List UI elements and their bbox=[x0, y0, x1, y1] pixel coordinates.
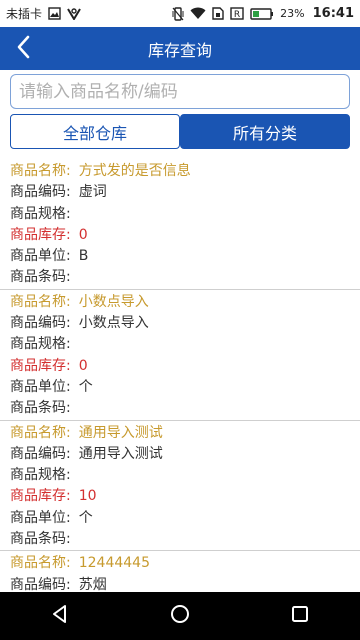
item-name-row: 商品名称: 小数点导入 bbox=[10, 292, 350, 313]
barcode-label: 商品条码: bbox=[10, 531, 71, 548]
name-label: 商品名称: bbox=[10, 555, 71, 572]
item-barcode-row: 商品条码: bbox=[10, 267, 350, 288]
item-barcode-row: 商品条码: bbox=[10, 529, 350, 550]
item-code-row: 商品编码: 虚词 bbox=[10, 182, 350, 203]
triangle-back-icon bbox=[50, 604, 70, 628]
item-spec-row: 商品规格: bbox=[10, 204, 350, 225]
category-filter-button[interactable]: 所有分类 bbox=[180, 114, 350, 149]
code-label: 商品编码: bbox=[10, 315, 71, 332]
spec-label: 商品规格: bbox=[10, 205, 71, 222]
unit-label: 商品单位: bbox=[10, 248, 71, 265]
unit-label: 商品单位: bbox=[10, 378, 71, 395]
item-name: 12444445 bbox=[78, 555, 150, 572]
item-code: 通用导入测试 bbox=[78, 445, 163, 462]
square-recents-icon bbox=[290, 604, 310, 628]
stock-label: 商品库存: bbox=[10, 226, 71, 243]
sim-icon bbox=[212, 7, 224, 20]
item-code: 小数点导入 bbox=[78, 315, 149, 332]
svg-text:R: R bbox=[234, 10, 240, 20]
back-button[interactable] bbox=[6, 27, 40, 70]
stock-label: 商品库存: bbox=[10, 357, 71, 374]
item-name: 方式发的是否信息 bbox=[78, 163, 191, 179]
list-item[interactable]: 商品名称: 12444445 商品编码: 苏烟 bbox=[0, 551, 360, 592]
item-name: 通用导入测试 bbox=[78, 424, 163, 441]
item-unit: 个 bbox=[78, 378, 93, 395]
item-unit: 个 bbox=[78, 509, 93, 526]
item-name-row: 商品名称: 12444445 bbox=[10, 553, 350, 574]
nav-recents-button[interactable] bbox=[270, 592, 330, 640]
unit-label: 商品单位: bbox=[10, 509, 71, 526]
nav-home-button[interactable] bbox=[150, 592, 210, 640]
item-spec-row: 商品规格: bbox=[10, 334, 350, 355]
code-label: 商品编码: bbox=[10, 184, 71, 201]
barcode-label: 商品条码: bbox=[10, 400, 71, 417]
search-input[interactable] bbox=[10, 74, 350, 109]
nav-back-button[interactable] bbox=[30, 592, 90, 640]
item-name-row: 商品名称: 通用导入测试 bbox=[10, 423, 350, 444]
item-spec-row: 商品规格: bbox=[10, 465, 350, 486]
app-v-icon bbox=[67, 7, 81, 20]
vibrate-icon bbox=[172, 6, 184, 21]
list-item[interactable]: 商品名称: 通用导入测试 商品编码: 通用导入测试 商品规格: 商品库存: 10 商品… bbox=[0, 421, 360, 552]
search-panel: 全部仓库 所有分类 bbox=[0, 70, 360, 160]
item-code: 苏烟 bbox=[78, 576, 107, 592]
status-bar: 未插卡 R 23% 16:41 bbox=[0, 0, 360, 27]
name-label: 商品名称: bbox=[10, 424, 71, 441]
item-unit-row: 商品单位: 个 bbox=[10, 377, 350, 398]
item-unit-row: 商品单位: 个 bbox=[10, 508, 350, 529]
list-item[interactable]: 商品名称: 小数点导入 商品编码: 小数点导入 商品规格: 商品库存: 0 商品单位:… bbox=[0, 290, 360, 421]
gallery-icon bbox=[48, 7, 61, 20]
item-code-row: 商品编码: 苏烟 bbox=[10, 575, 350, 592]
battery-icon bbox=[250, 7, 274, 20]
item-stock: 0 bbox=[78, 357, 88, 374]
product-list: 商品名称: 方式发的是否信息 商品编码: 虚词 商品规格: 商品库存: 0 商品单位:… bbox=[0, 159, 360, 592]
item-unit-row: 商品单位: B bbox=[10, 246, 350, 267]
battery-percent: 23% bbox=[280, 7, 305, 20]
system-nav-bar bbox=[0, 592, 360, 640]
spec-label: 商品规格: bbox=[10, 336, 71, 353]
code-label: 商品编码: bbox=[10, 445, 71, 462]
item-unit: B bbox=[78, 248, 89, 265]
carrier-text: 未插卡 bbox=[6, 7, 43, 21]
list-item[interactable]: 商品名称: 方式发的是否信息 商品编码: 虚词 商品规格: 商品库存: 0 商品单位:… bbox=[0, 159, 360, 290]
app-bar: 库存查询 bbox=[0, 27, 360, 70]
code-label: 商品编码: bbox=[10, 576, 71, 592]
item-stock: 0 bbox=[78, 226, 88, 243]
name-label: 商品名称: bbox=[10, 293, 71, 310]
item-code-row: 商品编码: 小数点导入 bbox=[10, 313, 350, 334]
clock: 16:41 bbox=[312, 6, 354, 21]
item-code-row: 商品编码: 通用导入测试 bbox=[10, 444, 350, 465]
name-label: 商品名称: bbox=[10, 163, 71, 179]
item-code: 虚词 bbox=[78, 184, 107, 201]
item-name-row: 商品名称: 方式发的是否信息 bbox=[10, 161, 350, 182]
chevron-left-icon bbox=[16, 35, 30, 63]
warehouse-filter-button[interactable]: 全部仓库 bbox=[10, 114, 180, 149]
barcode-label: 商品条码: bbox=[10, 269, 71, 286]
item-stock-row: 商品库存: 10 bbox=[10, 486, 350, 507]
item-stock-row: 商品库存: 0 bbox=[10, 225, 350, 246]
signal-icon: R bbox=[230, 7, 244, 20]
stock-label: 商品库存: bbox=[10, 488, 71, 505]
item-stock: 10 bbox=[78, 488, 97, 505]
item-stock-row: 商品库存: 0 bbox=[10, 356, 350, 377]
circle-home-icon bbox=[170, 604, 190, 628]
spec-label: 商品规格: bbox=[10, 467, 71, 484]
page-title: 库存查询 bbox=[147, 40, 212, 60]
item-name: 小数点导入 bbox=[78, 293, 149, 310]
wifi-icon bbox=[190, 7, 206, 20]
item-barcode-row: 商品条码: bbox=[10, 398, 350, 419]
